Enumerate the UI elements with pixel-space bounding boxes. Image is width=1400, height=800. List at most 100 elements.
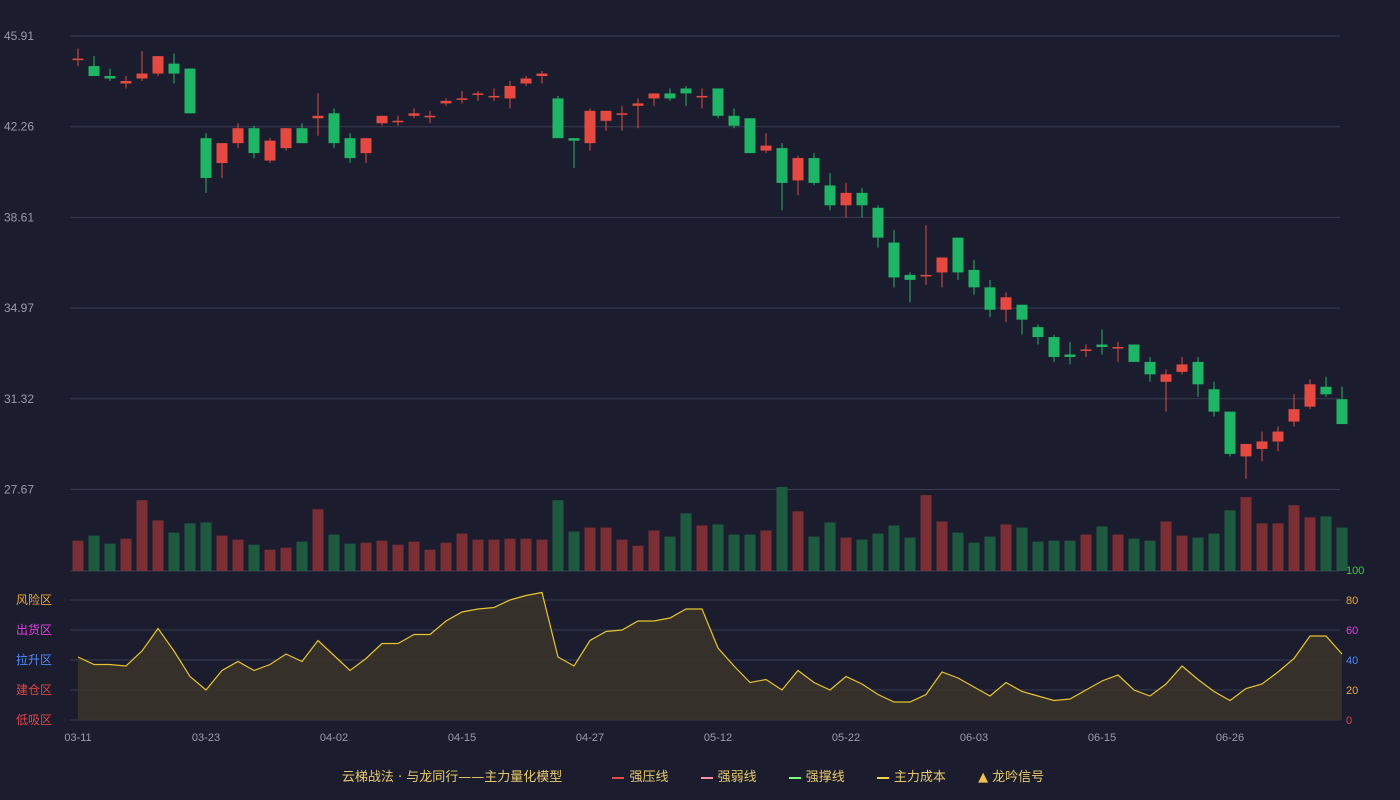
volume-bar bbox=[968, 542, 980, 571]
candle-body bbox=[840, 192, 852, 206]
volume-bar bbox=[1016, 527, 1028, 571]
legend-label: 主力成本 bbox=[893, 770, 946, 785]
candle-body bbox=[488, 95, 500, 98]
candle-body bbox=[120, 80, 132, 84]
volume-bar bbox=[392, 544, 404, 571]
volume-bar bbox=[600, 527, 612, 571]
candle-body bbox=[1256, 441, 1268, 449]
zone-label: 低吸区 bbox=[16, 713, 52, 727]
volume-bar bbox=[1160, 521, 1172, 571]
legend-item-strong-resistance[interactable]: 强压线 bbox=[612, 766, 668, 785]
volume-bar bbox=[1032, 541, 1044, 571]
candle-body bbox=[440, 100, 452, 104]
zone-label: 建仓区 bbox=[16, 683, 52, 697]
volume-bar bbox=[712, 524, 724, 571]
volume-bar bbox=[344, 543, 356, 571]
candle-body bbox=[616, 113, 628, 115]
legend-item-strong-support[interactable]: 强撑线 bbox=[788, 766, 845, 785]
date-tick-label: 06-26 bbox=[1216, 732, 1244, 744]
candle-body bbox=[648, 93, 660, 99]
candle-body bbox=[920, 274, 932, 277]
candle-body bbox=[904, 274, 916, 280]
legend-label: 龙吟信号 bbox=[992, 770, 1045, 785]
candle-body bbox=[552, 98, 564, 139]
legend-item-strength-line[interactable]: 强弱线 bbox=[700, 766, 757, 785]
indicator-area bbox=[78, 592, 1342, 720]
candle-body bbox=[168, 63, 180, 74]
candle-body bbox=[344, 138, 356, 159]
candle-body bbox=[472, 93, 484, 95]
candle-body bbox=[1192, 361, 1204, 385]
volume-bar bbox=[248, 544, 260, 571]
candle-body bbox=[520, 78, 532, 84]
price-tick-label: 34.97 bbox=[4, 301, 34, 315]
volume-bar bbox=[840, 537, 852, 571]
indicator-tick-label: 100 bbox=[1346, 565, 1364, 577]
legend-item-dragon-signal[interactable]: ▲ 龙吟信号 bbox=[978, 766, 1044, 785]
volume-bar bbox=[376, 540, 388, 571]
volume-bar bbox=[696, 525, 708, 571]
volume-bar bbox=[808, 536, 820, 571]
volume-bar bbox=[1176, 535, 1188, 571]
candle-body bbox=[1288, 409, 1300, 422]
volume-bar bbox=[1112, 534, 1124, 571]
candle-body bbox=[216, 143, 228, 164]
volume-bar bbox=[904, 537, 916, 571]
volume-bar bbox=[424, 549, 436, 571]
indicator-tick-label: 20 bbox=[1346, 685, 1358, 697]
volume-bar bbox=[280, 547, 292, 571]
candle-body bbox=[136, 73, 148, 79]
candle-body bbox=[824, 185, 836, 206]
candle-body bbox=[728, 115, 740, 126]
volume-bar bbox=[760, 530, 772, 571]
volume-bar bbox=[1320, 516, 1332, 571]
volume-bar bbox=[568, 531, 580, 571]
legend: 云梯战法 · 与龙同行——主力量化模型 强压线 强弱线 强撑线 主力成本 ▲ 龙吟… bbox=[0, 766, 1400, 786]
volume-bar bbox=[1288, 505, 1300, 571]
indicator-tick-label: 60 bbox=[1346, 625, 1358, 637]
date-tick-label: 06-15 bbox=[1088, 732, 1116, 744]
volume-bar bbox=[584, 527, 596, 571]
price-tick-label: 27.67 bbox=[4, 483, 34, 497]
volume-bar bbox=[472, 539, 484, 571]
date-tick-label: 04-27 bbox=[576, 732, 604, 744]
candle-body bbox=[328, 113, 340, 144]
volume-bar bbox=[680, 513, 692, 571]
candle-body bbox=[1048, 337, 1060, 357]
candle-body bbox=[1176, 364, 1188, 372]
candle-body bbox=[88, 66, 100, 77]
date-tick-label: 03-11 bbox=[64, 732, 91, 744]
candle-body bbox=[72, 58, 84, 61]
candle-body bbox=[1112, 347, 1124, 349]
grid bbox=[70, 35, 1340, 572]
candle-body bbox=[264, 140, 276, 161]
date-tick-label: 06-03 bbox=[960, 732, 988, 744]
volume-bar bbox=[872, 533, 884, 571]
legend-item-main-cost[interactable]: 主力成本 bbox=[876, 766, 946, 785]
date-axis: 03-11 03-23 04-02 04-15 04-27 05-12 05-22 06-03… bbox=[64, 732, 1244, 744]
candle-body bbox=[792, 158, 804, 181]
volume-bar bbox=[184, 523, 196, 571]
candle-body bbox=[856, 192, 868, 206]
candle-body bbox=[232, 128, 244, 144]
candle-body bbox=[1272, 431, 1284, 442]
candle-body bbox=[632, 103, 644, 106]
volume-bar bbox=[936, 521, 948, 571]
price-tick-label: 38.61 bbox=[4, 210, 34, 224]
volume-bar bbox=[360, 542, 372, 571]
candle-body bbox=[664, 93, 676, 99]
candle-body bbox=[936, 257, 948, 273]
candle-body bbox=[1320, 386, 1332, 395]
volume-bar bbox=[1048, 540, 1060, 571]
indicator-tick-label: 40 bbox=[1346, 655, 1358, 667]
volume-bar bbox=[216, 535, 228, 571]
indicator-tick-label: 0 bbox=[1346, 715, 1352, 727]
volume-bar bbox=[1192, 537, 1204, 571]
chart-canvas: 45.91 42.26 38.61 34.97 31.32 27.67 100 80 60 40… bbox=[4, 29, 1364, 744]
volume-bar bbox=[136, 500, 148, 571]
volume-bars bbox=[72, 487, 1348, 571]
volume-bar bbox=[1256, 523, 1268, 571]
volume-bar bbox=[408, 541, 420, 571]
volume-bar bbox=[888, 525, 900, 571]
legend-label: 强弱线 bbox=[717, 770, 757, 785]
